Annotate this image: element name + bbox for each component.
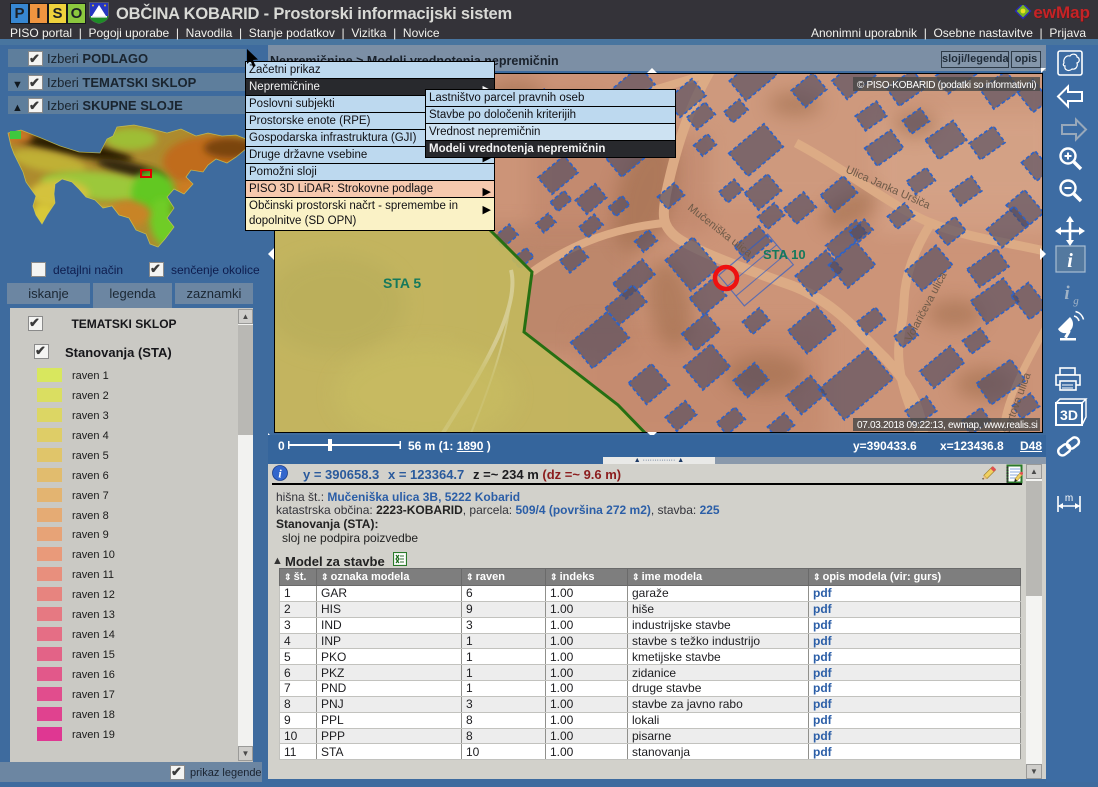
svg-text:STA 5: STA 5 bbox=[383, 275, 421, 291]
svg-text:g: g bbox=[1073, 295, 1079, 307]
svg-text:© PISO-KOBARID (podatki so inf: © PISO-KOBARID (podatki so informativni) bbox=[857, 80, 1036, 91]
svg-text:3D: 3D bbox=[1060, 407, 1078, 423]
svg-text:i: i bbox=[1067, 250, 1073, 272]
svg-text:07.03.2018 09:22:13, ewmap, ww: 07.03.2018 09:22:13, ewmap, www.realis.s… bbox=[857, 420, 1038, 431]
svg-text:m: m bbox=[1065, 493, 1073, 504]
svg-text:i: i bbox=[1064, 283, 1070, 304]
svg-text:STA 10: STA 10 bbox=[763, 247, 806, 262]
